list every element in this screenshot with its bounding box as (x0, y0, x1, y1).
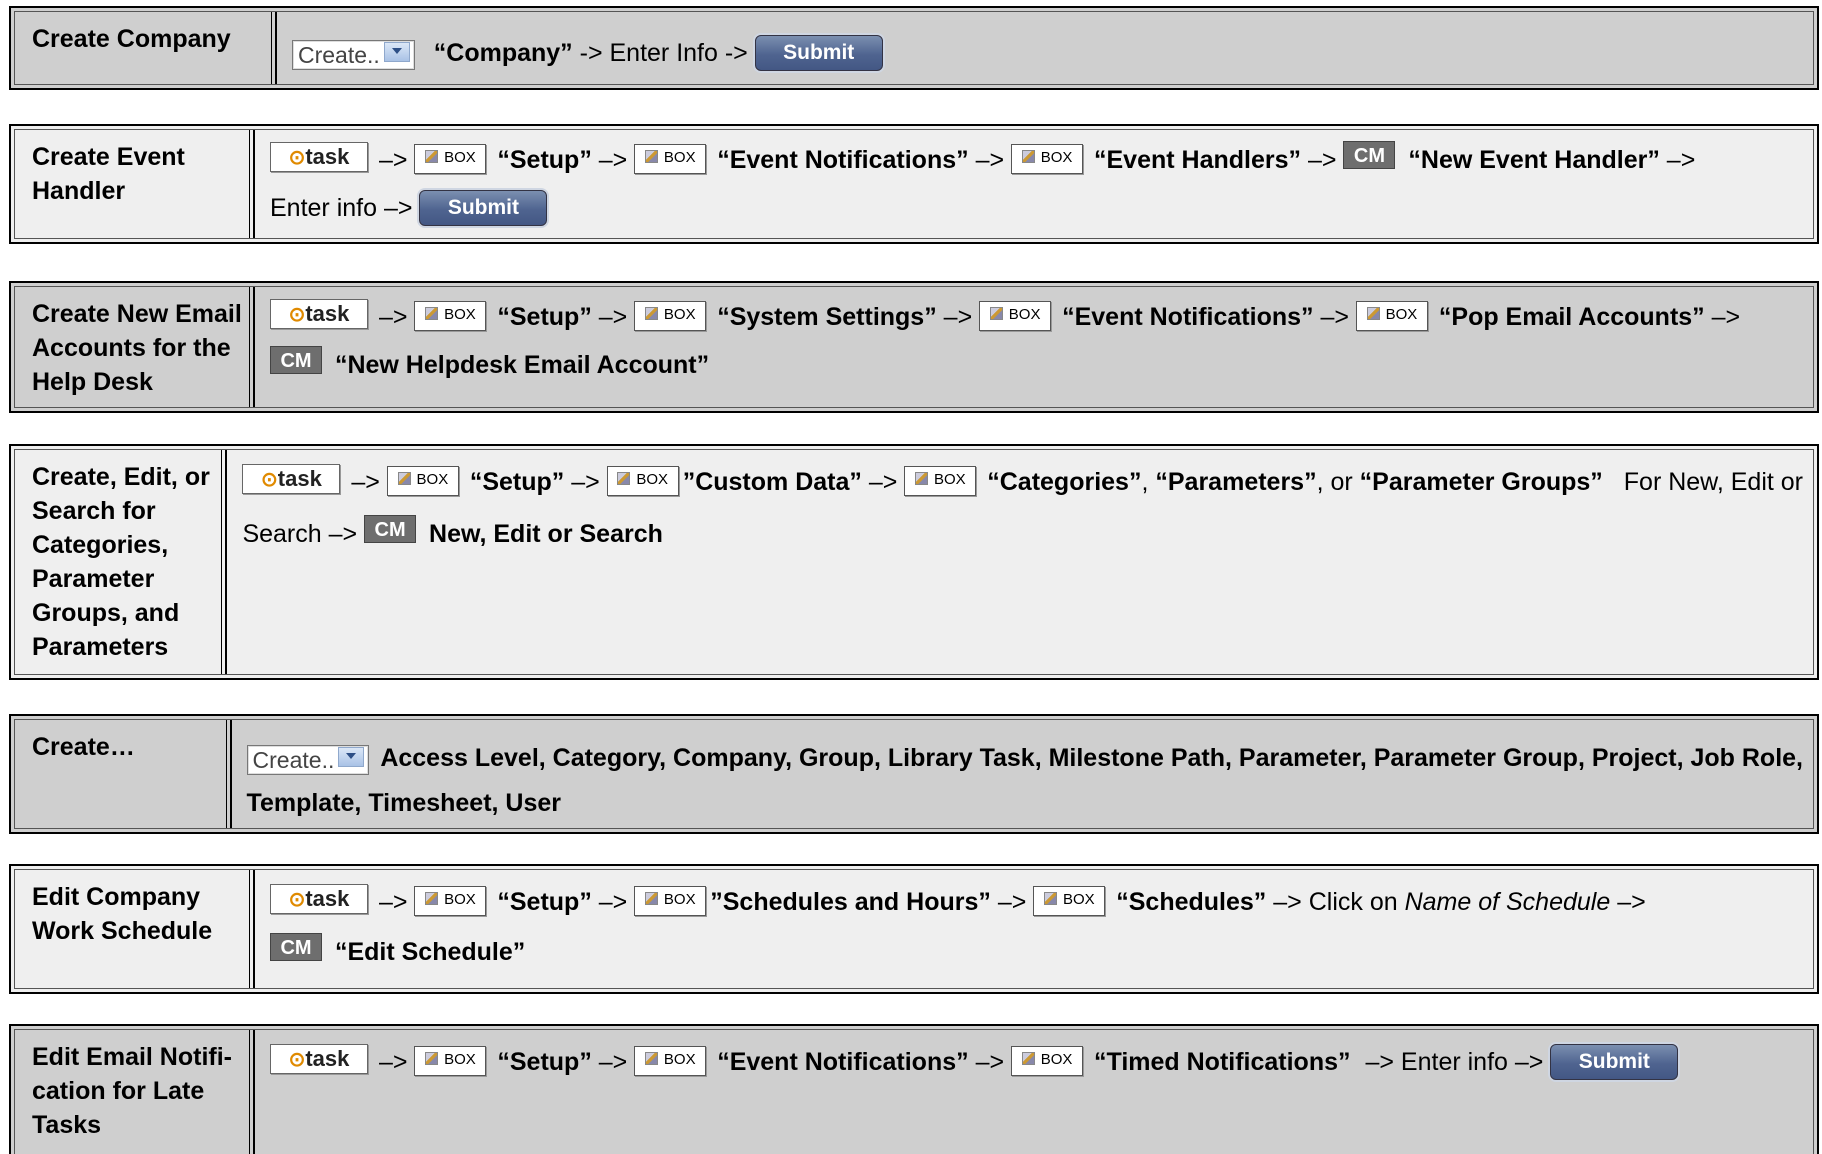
submit-button[interactable]: Submit (419, 190, 548, 226)
chevron-down-icon (338, 747, 365, 767)
row-edit-email-notification: Edit Email Notifi-cation for Late Tasks … (9, 1024, 1819, 1154)
row-label: Create Company (15, 12, 277, 84)
box-icon: BOX (414, 1046, 487, 1076)
submit-button[interactable]: Submit (754, 35, 883, 71)
box-icon: BOX (904, 466, 977, 496)
box-icon: BOX (1011, 1046, 1084, 1076)
create-dropdown[interactable]: Create.. (246, 745, 370, 775)
box-icon: BOX (1011, 144, 1084, 174)
row-label: Create New Email Accounts for the Help D… (15, 287, 255, 407)
box-icon: BOX (414, 886, 487, 916)
row-steps: ⊙task –> BOX “Setup” –> BOX ”Schedules an… (255, 870, 1813, 988)
task-logo-icon: ⊙task (270, 1044, 368, 1074)
chevron-down-icon (383, 42, 410, 62)
task-logo-icon: ⊙task (270, 142, 368, 172)
cm-icon: CM (270, 933, 322, 961)
box-icon: BOX (634, 301, 707, 331)
box-icon: BOX (979, 301, 1052, 331)
box-icon: BOX (414, 301, 487, 331)
row-label: Create… (15, 720, 232, 828)
box-icon: BOX (634, 144, 707, 174)
row-edit-work-schedule: Edit Company Work Schedule ⊙task –> BOX … (9, 864, 1819, 994)
submit-button[interactable]: Submit (1550, 1044, 1679, 1080)
row-steps: ⊙task –> BOX “Setup” –> BOX ”Custom Data”… (242, 464, 1803, 548)
box-icon: BOX (634, 1046, 707, 1076)
row-steps: ⊙task –> BOX “Setup” –> BOX “Event Notif… (255, 1030, 1813, 1154)
box-icon: BOX (606, 466, 679, 496)
row-steps: ⊙task –> BOX “Setup” –> BOX “Event Notif… (255, 130, 1813, 238)
row-steps: ⊙task –> BOX “Setup” –> BOX “System Sett… (255, 287, 1813, 407)
box-icon: BOX (414, 144, 487, 174)
row-steps: Create.. Access Level, Category, Company… (246, 744, 1803, 817)
cm-icon: CM (270, 346, 322, 374)
row-custom-data: Create, Edit, or Search for Categories, … (9, 444, 1819, 680)
cm-icon: CM (364, 515, 417, 543)
create-dropdown[interactable]: Create.. (292, 40, 415, 70)
row-create-company: Create Company Create.. “Company” -> Ent… (9, 6, 1819, 90)
box-icon: BOX (1033, 886, 1106, 916)
cm-icon: CM (1343, 141, 1396, 169)
row-create-menu: Create… Create.. Access Level, Category,… (9, 714, 1819, 834)
row-label: Edit Email Notifi-cation for Late Tasks (15, 1030, 255, 1154)
row-label: Edit Company Work Schedule (15, 870, 255, 988)
row-create-event-handler: Create Event Handler ⊙task –> BOX “Setup… (9, 124, 1819, 244)
box-icon: BOX (386, 466, 459, 496)
row-create-email-accounts: Create New Email Accounts for the Help D… (9, 281, 1819, 413)
task-logo-icon: ⊙task (242, 464, 341, 494)
task-logo-icon: ⊙task (270, 884, 368, 914)
row-steps: Create.. “Company” -> Enter Info -> Subm… (277, 12, 1813, 84)
row-label: Create, Edit, or Search for Categories, … (15, 450, 228, 674)
row-label: Create Event Handler (15, 130, 255, 238)
box-icon: BOX (634, 886, 707, 916)
box-icon: BOX (1355, 301, 1428, 331)
task-logo-icon: ⊙task (270, 299, 368, 329)
